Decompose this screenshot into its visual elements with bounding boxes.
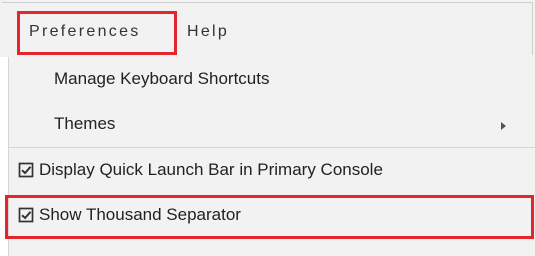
checkbox-checked-icon — [18, 162, 34, 178]
chevron-right-icon — [501, 122, 506, 130]
menu-help[interactable]: Help — [187, 22, 229, 42]
preferences-highlight-box — [17, 11, 177, 55]
menu-screenshot: Preferences Help Manage Keyboard Shortcu… — [0, 0, 535, 256]
show-thousand-separator-highlight-box — [5, 195, 534, 239]
menu-item-label: Themes — [54, 114, 116, 133]
menu-item-label: Manage Keyboard Shortcuts — [54, 69, 270, 88]
menu-item-display-quick-launch-bar[interactable]: Display Quick Launch Bar in Primary Cons… — [8, 148, 535, 193]
menu-item-themes[interactable]: Themes — [8, 102, 535, 147]
menu-item-label: Display Quick Launch Bar in Primary Cons… — [39, 160, 383, 179]
menu-item-manage-keyboard-shortcuts[interactable]: Manage Keyboard Shortcuts — [8, 57, 535, 102]
